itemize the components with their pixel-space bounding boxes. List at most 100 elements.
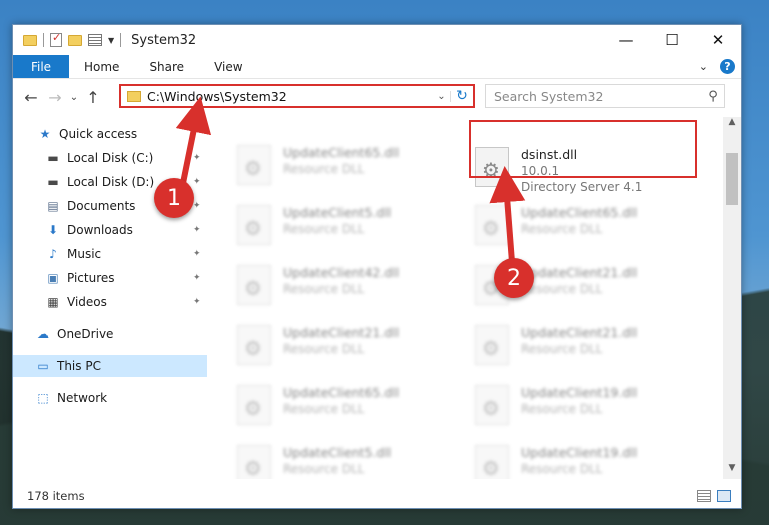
scroll-down-icon[interactable]: ▼ xyxy=(723,463,741,479)
pin-icon[interactable]: ✦ xyxy=(193,225,201,235)
list-item[interactable]: ⚙ UpdateClient21.dll Resource DLL xyxy=(475,325,637,365)
customize-toolbar-icon[interactable]: ▼ xyxy=(108,36,114,45)
address-path[interactable]: C:\Windows\System32 xyxy=(147,89,287,104)
dll-file-icon: ⚙ xyxy=(475,445,509,479)
scroll-thumb[interactable] xyxy=(726,153,738,205)
pin-icon[interactable]: ✦ xyxy=(193,297,201,307)
pin-icon[interactable]: ✦ xyxy=(193,153,201,163)
sidebar-item-this-pc[interactable]: ▭ This PC xyxy=(13,355,207,377)
details-view-icon[interactable] xyxy=(697,490,711,502)
dll-file-icon: ⚙ xyxy=(475,147,509,187)
list-item[interactable]: ⚙ UpdateClient65.dll Resource DLL xyxy=(475,205,637,245)
gear-icon: ⚙ xyxy=(244,276,262,300)
ribbon-tabs: File Home Share View ⌄ ? xyxy=(13,55,741,79)
network-icon: ⬚ xyxy=(37,391,49,405)
new-folder-icon[interactable] xyxy=(68,34,82,46)
tab-file[interactable]: File xyxy=(13,55,69,78)
maximize-button[interactable]: ☐ xyxy=(649,25,695,55)
list-item[interactable]: ⚙ UpdateClient21.dll Resource DLL xyxy=(237,325,399,365)
pin-icon[interactable]: ✦ xyxy=(193,249,201,259)
large-icons-view-icon[interactable] xyxy=(717,490,731,502)
list-item[interactable]: ⚙ UpdateClient5.dll Resource DLL xyxy=(237,205,391,245)
pin-icon[interactable]: ✦ xyxy=(193,273,201,283)
close-button[interactable]: ✕ xyxy=(695,25,741,55)
recent-locations-icon[interactable]: ⌄ xyxy=(67,92,81,103)
sidebar-item-label: Music xyxy=(67,247,102,261)
file-list: ⚙ UpdateClient65.dll Resource DLL ⚙ Updat… xyxy=(207,117,723,479)
sidebar-item-local-disk-c[interactable]: ▬ Local Disk (C:) ✦ xyxy=(13,147,207,169)
computer-icon: ▭ xyxy=(37,359,49,373)
drive-icon: ▬ xyxy=(47,151,59,165)
dll-file-icon: ⚙ xyxy=(237,385,271,425)
help-icon[interactable]: ? xyxy=(720,59,735,74)
view-switcher xyxy=(697,490,741,502)
dll-file-icon: ⚙ xyxy=(475,325,509,365)
sidebar-item-downloads[interactable]: ⬇ Downloads ✦ xyxy=(13,219,207,241)
vertical-scrollbar[interactable]: ▲ ▼ xyxy=(723,117,741,479)
forward-icon[interactable]: → xyxy=(43,88,67,107)
sidebar-item-label: Quick access xyxy=(59,127,138,141)
window-title: System32 xyxy=(131,32,197,48)
search-icon[interactable]: ⚲ xyxy=(702,89,724,104)
minimize-button[interactable]: — xyxy=(603,25,649,55)
sidebar-item-label: Documents xyxy=(67,199,136,213)
gear-icon: ⚙ xyxy=(482,336,500,360)
tab-share[interactable]: Share xyxy=(134,55,199,78)
dll-file-icon: ⚙ xyxy=(237,145,271,185)
list-item[interactable]: ⚙ UpdateClient65.dll Resource DLL xyxy=(237,385,399,425)
sidebar-item-label: OneDrive xyxy=(57,327,114,341)
sidebar-item-music[interactable]: ♪ Music ✦ xyxy=(13,243,207,265)
refresh-icon[interactable]: ↻ xyxy=(451,88,473,104)
gear-icon: ⚙ xyxy=(482,396,500,420)
back-icon[interactable]: ← xyxy=(19,88,43,107)
gear-icon: ⚙ xyxy=(482,216,500,240)
sidebar-item-label: Pictures xyxy=(67,271,115,285)
tab-view[interactable]: View xyxy=(199,55,257,78)
drive-icon: ▬ xyxy=(47,175,59,189)
gear-icon: ⚙ xyxy=(244,456,262,479)
list-item[interactable]: ⚙ UpdateClient19.dll Resource DLL xyxy=(475,445,637,479)
tab-home[interactable]: Home xyxy=(69,55,134,78)
file-version: 10.0.1 xyxy=(521,164,560,178)
list-item[interactable]: ⚙ UpdateClient19.dll Resource DLL xyxy=(475,385,637,425)
pin-icon[interactable]: ✦ xyxy=(193,201,201,211)
divider xyxy=(120,33,122,47)
navigation-pane: ★ Quick access ▬ Local Disk (C:) ✦ ▬ Loc… xyxy=(13,117,207,479)
list-item[interactable]: ⚙ UpdateClient5.dll Resource DLL xyxy=(237,445,391,479)
list-item[interactable]: ⚙ UpdateClient42.dll Resource DLL xyxy=(237,265,399,305)
sidebar-item-label: Local Disk (D:) xyxy=(67,175,155,189)
sidebar-item-label: Local Disk (C:) xyxy=(67,151,154,165)
sidebar-item-pictures[interactable]: ▣ Pictures ✦ xyxy=(13,267,207,289)
documents-icon: ▤ xyxy=(47,199,59,213)
address-bar[interactable]: C:\Windows\System32 ⌄ ↻ xyxy=(119,84,475,108)
sidebar-item-documents[interactable]: ▤ Documents ✦ xyxy=(13,195,207,217)
sidebar-item-local-disk-d[interactable]: ▬ Local Disk (D:) ✦ xyxy=(13,171,207,193)
folder-icon xyxy=(127,90,141,102)
sidebar-item-label: Downloads xyxy=(67,223,133,237)
expand-ribbon-icon[interactable]: ⌄ xyxy=(699,60,708,73)
list-item[interactable]: ⚙ UpdateClient65.dll Resource DLL xyxy=(237,145,399,185)
properties-check-icon[interactable] xyxy=(50,31,62,47)
quick-access-toolbar: ▼ xyxy=(13,31,122,47)
gear-icon: ⚙ xyxy=(244,396,262,420)
sidebar-item-network[interactable]: ⬚ Network xyxy=(13,387,207,409)
sidebar-item-label: Videos xyxy=(67,295,107,309)
up-icon[interactable]: ↑ xyxy=(81,88,105,107)
dll-file-icon: ⚙ xyxy=(237,205,271,245)
properties-icon[interactable] xyxy=(88,34,102,46)
pin-icon[interactable]: ✦ xyxy=(193,177,201,187)
sidebar-item-quick-access[interactable]: ★ Quick access xyxy=(13,123,207,145)
gear-icon: ⚙ xyxy=(244,216,262,240)
window-controls: — ☐ ✕ xyxy=(603,25,741,55)
gear-icon: ⚙ xyxy=(482,158,500,182)
list-item[interactable]: ⚙ UpdateClient21.dll Resource DLL xyxy=(475,265,637,305)
sidebar-item-videos[interactable]: ▦ Videos ✦ xyxy=(13,291,207,313)
search-box[interactable]: Search System32 ⚲ xyxy=(485,84,725,108)
highlighted-file-dsinst[interactable]: ⚙ dsinst.dll 10.0.1 Directory Server 4.1 xyxy=(475,147,642,195)
file-explorer-window: ▼ System32 — ☐ ✕ File Home Share View ⌄ … xyxy=(12,24,742,509)
scroll-up-icon[interactable]: ▲ xyxy=(723,117,741,133)
download-icon: ⬇ xyxy=(47,223,59,237)
folder-icon xyxy=(23,34,37,46)
address-dropdown-icon[interactable]: ⌄ xyxy=(433,90,451,102)
sidebar-item-onedrive[interactable]: ☁ OneDrive xyxy=(13,323,207,345)
